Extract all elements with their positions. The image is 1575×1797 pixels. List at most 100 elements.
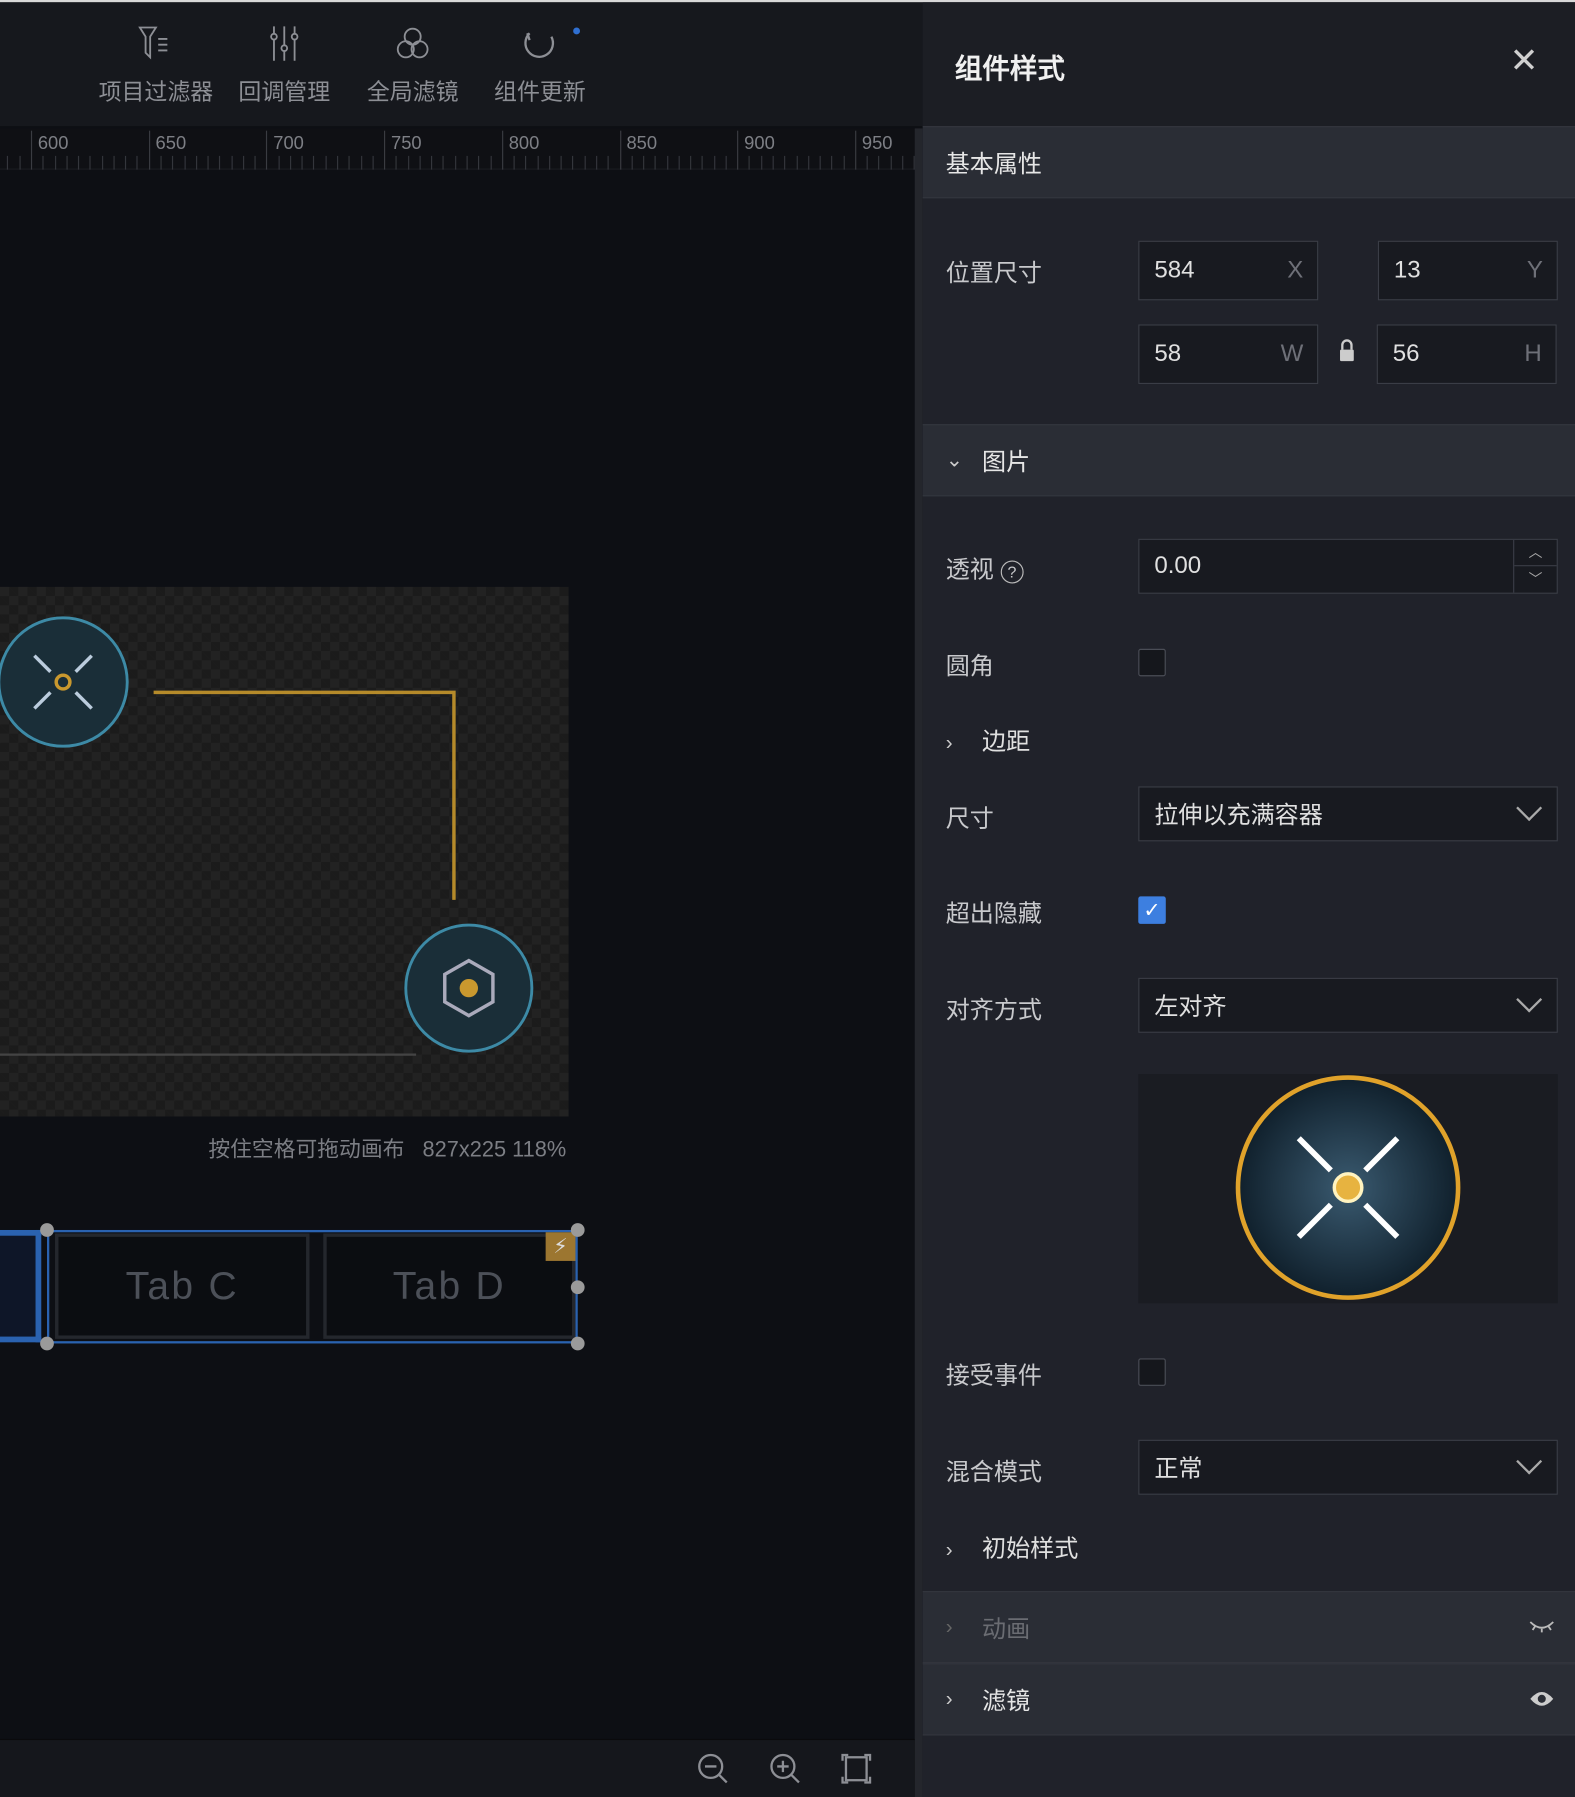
section-basic[interactable]: 基本属性 <box>922 126 1575 199</box>
stepper[interactable]: ︿ ﹀ <box>1513 539 1557 593</box>
initial-style-toggle[interactable]: › 初始样式 <box>946 1530 1079 1564</box>
radius-label: 圆角 <box>945 653 994 680</box>
events-checkbox[interactable] <box>1138 1358 1166 1386</box>
component-style-panel: 组件样式 ✕ 基本属性 位置尺寸 584 X 13 Y 58 W 56 H ⌄ 图片 透… <box>922 2 1575 1797</box>
panel-header: 组件样式 ✕ <box>922 2 1575 127</box>
w-suffix: W <box>1280 340 1304 367</box>
ruler-tick <box>772 155 774 170</box>
margin-toggle[interactable]: › 边距 <box>946 723 1030 757</box>
size-select[interactable]: 拉伸以充满容器 <box>1138 786 1558 842</box>
ruler-major-tick <box>737 130 739 170</box>
overflow-checkbox[interactable]: ✓ <box>1138 896 1166 924</box>
ruler-tick <box>843 155 845 170</box>
step-down-icon[interactable]: ﹀ <box>1514 566 1556 591</box>
component-update-button[interactable]: 组件更新 <box>477 23 603 107</box>
ruler-label: 750 <box>390 134 422 154</box>
resize-handle[interactable] <box>40 1223 54 1237</box>
ruler-label: 600 <box>37 134 69 154</box>
ruler-tick <box>760 155 762 170</box>
panel-footer <box>922 1735 1575 1797</box>
tab-c[interactable]: Tab C <box>55 1233 310 1339</box>
lightning-icon[interactable]: ⚡ <box>545 1232 576 1261</box>
section-image[interactable]: ⌄ 图片 <box>922 424 1575 497</box>
fit-screen-icon[interactable] <box>839 1752 873 1786</box>
circles-icon <box>396 27 429 59</box>
ruler-tick <box>419 155 421 170</box>
y-input[interactable]: 13 Y <box>1377 240 1558 301</box>
partial-tab-selected[interactable] <box>0 1229 42 1343</box>
resize-handle[interactable] <box>40 1336 54 1351</box>
horizontal-ruler: 600 650 700 750 800 850 900 950 <box>0 128 916 170</box>
perspective-input[interactable]: 0.00 ︿ ﹀ <box>1138 538 1558 594</box>
ruler-label: 950 <box>861 134 893 154</box>
eye-closed-icon[interactable] <box>1529 1620 1554 1634</box>
height-input[interactable]: 56 H <box>1376 324 1557 385</box>
help-icon[interactable]: ? <box>1000 560 1024 584</box>
resize-handle[interactable] <box>570 1336 585 1351</box>
ruler-tick <box>125 155 127 170</box>
ruler-tick <box>442 155 445 170</box>
section-filter[interactable]: › 滤镜 <box>922 1663 1575 1736</box>
ruler-tick <box>831 155 833 170</box>
lock-icon[interactable] <box>1338 337 1356 365</box>
step-up-icon[interactable]: ︿ <box>1514 540 1557 567</box>
x-input[interactable]: 584 X <box>1138 240 1319 301</box>
ruler-tick <box>690 155 692 170</box>
perspective-value: 0.00 <box>1154 552 1202 579</box>
project-filter-button[interactable]: 项目过滤器 <box>93 23 219 107</box>
h-suffix: H <box>1524 340 1542 367</box>
ruler-tick <box>337 155 339 170</box>
shrink-node-icon[interactable] <box>0 616 129 748</box>
ruler-tick <box>372 155 374 170</box>
perspective-label: 透视 ? <box>946 551 1024 585</box>
ruler-tick <box>584 155 586 170</box>
tool-label: 回调管理 <box>238 80 331 106</box>
ruler-major-tick <box>266 130 268 170</box>
blend-value: 正常 <box>1154 1455 1203 1483</box>
resize-handle[interactable] <box>570 1280 585 1295</box>
ruler-label: 700 <box>273 134 304 154</box>
ruler-tick <box>725 155 727 170</box>
ruler-tick <box>796 155 798 170</box>
ruler-tick <box>643 155 645 170</box>
ruler-tick <box>713 155 715 170</box>
events-label: 接受事件 <box>945 1362 1042 1390</box>
ruler-tick <box>807 155 810 170</box>
ruler-tick <box>654 155 657 170</box>
initial-style-label: 初始样式 <box>982 1536 1079 1563</box>
blend-select[interactable]: 正常 <box>1138 1439 1558 1495</box>
resize-handle[interactable] <box>570 1223 585 1237</box>
ruler-tick <box>513 155 515 170</box>
image-preview[interactable] <box>1138 1074 1558 1304</box>
eye-icon[interactable] <box>1529 1690 1554 1708</box>
ruler-label: 800 <box>508 134 540 154</box>
ruler-tick <box>172 155 174 170</box>
chevron-down-icon <box>1516 1448 1543 1475</box>
ruler-tick <box>160 155 162 170</box>
canvas-vertical-scrollbar[interactable] <box>914 128 923 1797</box>
radius-checkbox[interactable] <box>1138 648 1166 677</box>
ruler-tick <box>219 155 221 170</box>
ruler-tick <box>113 155 115 170</box>
ruler-tick <box>78 155 80 170</box>
ruler-tick <box>54 155 56 170</box>
zoom-out-icon[interactable] <box>696 1752 730 1786</box>
ruler-tick <box>678 155 680 170</box>
global-filter-button[interactable]: 全局滤镜 <box>350 23 476 107</box>
size-value: 拉伸以充满容器 <box>1154 802 1323 829</box>
align-select[interactable]: 左对齐 <box>1138 977 1558 1033</box>
x-value: 584 <box>1154 256 1195 284</box>
ruler-tick <box>313 155 315 170</box>
ruler-tick <box>301 155 303 170</box>
callback-manage-button[interactable]: 回调管理 <box>221 23 347 107</box>
close-icon[interactable]: ✕ <box>1510 41 1539 81</box>
tab-d[interactable]: Tab D <box>323 1233 576 1339</box>
canvas-size: 827x225 <box>422 1138 507 1163</box>
ruler-tick <box>666 155 668 170</box>
section-animation[interactable]: › 动画 <box>922 1591 1575 1664</box>
zoom-in-icon[interactable] <box>768 1752 802 1786</box>
canvas-preview[interactable] <box>0 586 569 1117</box>
width-input[interactable]: 58 W <box>1138 324 1319 385</box>
network-node-icon[interactable] <box>404 923 534 1053</box>
ruler-tick <box>466 155 468 170</box>
